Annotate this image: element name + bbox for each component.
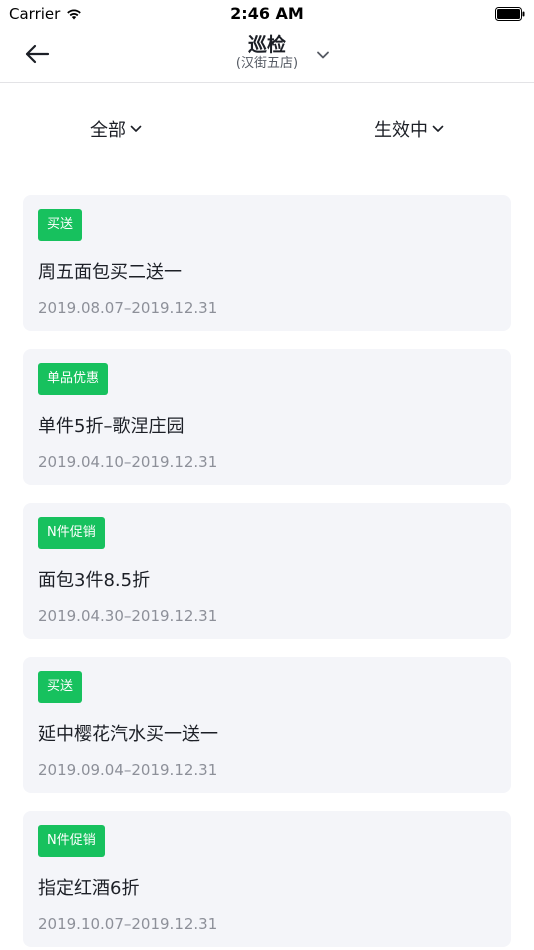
- promotion-date-range: 2019.04.30–2019.12.31: [38, 607, 218, 625]
- nav-title-group: 巡检 (汉街五店): [0, 34, 534, 72]
- promotion-type-badge: 买送: [38, 671, 83, 703]
- promotion-date-range: 2019.10.07–2019.12.31: [38, 915, 218, 933]
- chevron-down-icon: [130, 125, 142, 132]
- filter-status-dropdown[interactable]: 生效中: [374, 116, 445, 142]
- promotion-date-range: 2019.09.04–2019.12.31: [38, 761, 218, 779]
- promotion-type-badge: N件促销: [38, 825, 105, 857]
- promotion-name: 延中樱花汽水买一送一: [38, 724, 218, 745]
- promotion-type-badge: N件促销: [38, 517, 105, 549]
- page-title: 巡检: [247, 34, 286, 56]
- promotion-name: 单件5折–歌涅庄园: [38, 416, 185, 437]
- status-bar: Carrier 2:46 AM: [0, 0, 534, 28]
- status-time: 2:46 AM: [230, 4, 304, 23]
- promotion-type-badge: 单品优惠: [38, 363, 109, 395]
- filter-bar: 全部 生效中: [0, 100, 534, 156]
- filter-all-label: 全部: [90, 120, 126, 141]
- promotion-type-badge: 买送: [38, 209, 83, 241]
- promotion-date-range: 2019.08.07–2019.12.31: [38, 299, 218, 317]
- promotion-card[interactable]: N件促销 面包3件8.5折 2019.04.30–2019.12.31: [23, 503, 511, 639]
- promotion-card[interactable]: 买送 延中樱花汽水买一送一 2019.09.04–2019.12.31: [23, 657, 511, 793]
- promotion-card[interactable]: N件促销 指定红酒6折 2019.10.07–2019.12.31: [23, 811, 511, 947]
- promotion-name: 面包3件8.5折: [38, 570, 151, 591]
- promotion-list: 买送 周五面包买二送一 2019.08.07–2019.12.31 单品优惠 单…: [23, 195, 511, 950]
- filter-all-dropdown[interactable]: 全部: [90, 116, 143, 142]
- store-subtitle: (汉街五店): [235, 56, 299, 71]
- chevron-down-icon[interactable]: [314, 46, 332, 64]
- chevron-down-icon: [432, 125, 444, 132]
- filter-status-label: 生效中: [374, 120, 428, 141]
- promotion-card[interactable]: 单品优惠 单件5折–歌涅庄园 2019.04.10–2019.12.31: [23, 349, 511, 485]
- promotion-card[interactable]: 买送 周五面包买二送一 2019.08.07–2019.12.31: [23, 195, 511, 331]
- promotion-name: 指定红酒6折: [38, 878, 140, 899]
- promotion-date-range: 2019.04.10–2019.12.31: [38, 453, 218, 471]
- navigation-bar: 巡检 (汉街五店): [0, 28, 534, 83]
- promotion-name: 周五面包买二送一: [38, 262, 182, 283]
- battery-icon: [495, 7, 525, 21]
